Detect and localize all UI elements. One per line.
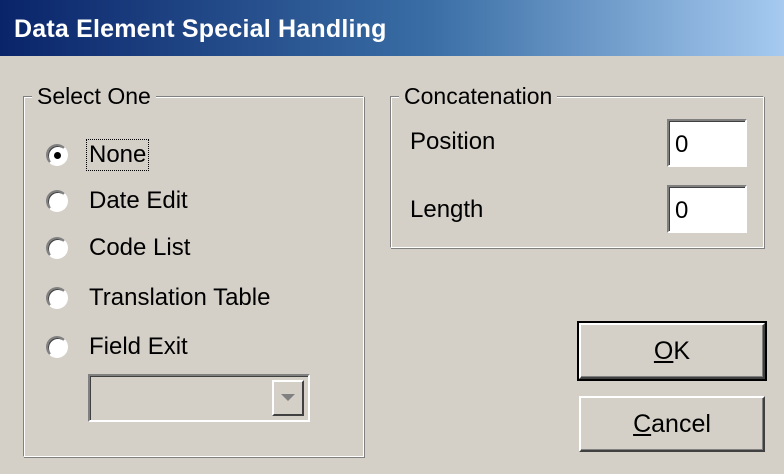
window-title: Data Element Special Handling (14, 15, 387, 43)
title-bar[interactable]: Data Element Special Handling (0, 0, 784, 56)
concatenation-group-label: Concatenation (399, 82, 558, 110)
radio-none[interactable]: None (46, 138, 150, 172)
radio-unselected-icon[interactable] (46, 237, 68, 259)
ok-button-label: K (673, 336, 691, 365)
ok-button-mnemonic: O (653, 336, 674, 365)
radio-translation-table[interactable]: Translation Table (46, 281, 272, 315)
radio-translation-table-label[interactable]: Translation Table (87, 283, 272, 313)
position-label: Position (410, 128, 496, 155)
radio-field-exit[interactable]: Field Exit (46, 330, 190, 364)
length-label: Length (410, 196, 484, 223)
length-input[interactable]: 0 (667, 185, 747, 233)
field-exit-dropdown[interactable] (88, 374, 310, 422)
radio-selected-icon[interactable] (46, 144, 68, 166)
position-input[interactable]: 0 (667, 119, 747, 167)
radio-unselected-icon[interactable] (46, 336, 68, 358)
radio-code-list[interactable]: Code List (46, 231, 192, 265)
radio-date-edit[interactable]: Date Edit (46, 184, 190, 218)
dialog-window: Data Element Special Handling Select One… (0, 0, 784, 474)
select-one-group-label: Select One (32, 82, 156, 110)
radio-code-list-label[interactable]: Code List (87, 233, 192, 263)
ok-button[interactable]: OK (577, 321, 767, 381)
radio-none-label[interactable]: None (85, 139, 150, 171)
dropdown-arrow-icon (281, 394, 295, 401)
dropdown-arrow-button[interactable] (272, 380, 304, 416)
radio-date-edit-label[interactable]: Date Edit (87, 186, 190, 216)
radio-unselected-icon[interactable] (46, 190, 68, 212)
radio-unselected-icon[interactable] (46, 287, 68, 309)
cancel-button-label: ancel (651, 409, 711, 438)
cancel-button-mnemonic: C (633, 409, 652, 438)
cancel-button[interactable]: Cancel (579, 396, 765, 452)
radio-field-exit-label[interactable]: Field Exit (87, 332, 190, 362)
